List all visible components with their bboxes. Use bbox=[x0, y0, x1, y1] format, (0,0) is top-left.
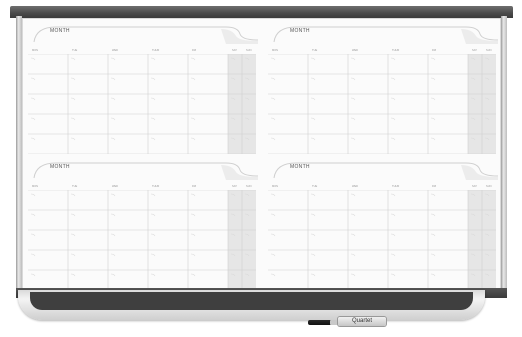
frame-top bbox=[10, 6, 513, 18]
board-surface: MONTH MON TUE WED THUR FRI SAT SUN MONTH… bbox=[22, 18, 501, 296]
month-panel-top-left: MONTH MON TUE WED THUR FRI SAT SUN bbox=[26, 24, 258, 156]
marker-cap bbox=[330, 320, 338, 325]
tray-channel bbox=[30, 292, 473, 310]
month-panel-bottom-left: MONTH MON TUE WED THUR FRI SAT SUN bbox=[26, 160, 258, 292]
month-label: MONTH bbox=[290, 28, 310, 34]
month-panel-top-right: MONTH MON TUE WED THUR FRI SAT SUN bbox=[266, 24, 498, 156]
calendar-grid bbox=[28, 190, 256, 290]
calendar-grid bbox=[268, 54, 496, 154]
month-label: MONTH bbox=[290, 164, 310, 170]
brand-badge: Quartet bbox=[338, 317, 386, 326]
frame-right bbox=[501, 16, 507, 296]
month-panel-bottom-right: MONTH MON TUE WED THUR FRI SAT SUN bbox=[266, 160, 498, 292]
month-label: MONTH bbox=[50, 28, 70, 34]
month-label: MONTH bbox=[50, 164, 70, 170]
calendar-whiteboard: MONTH MON TUE WED THUR FRI SAT SUN MONTH… bbox=[10, 6, 513, 328]
calendar-grid bbox=[28, 54, 256, 154]
marker-tray bbox=[18, 290, 485, 320]
calendar-grid bbox=[268, 190, 496, 290]
